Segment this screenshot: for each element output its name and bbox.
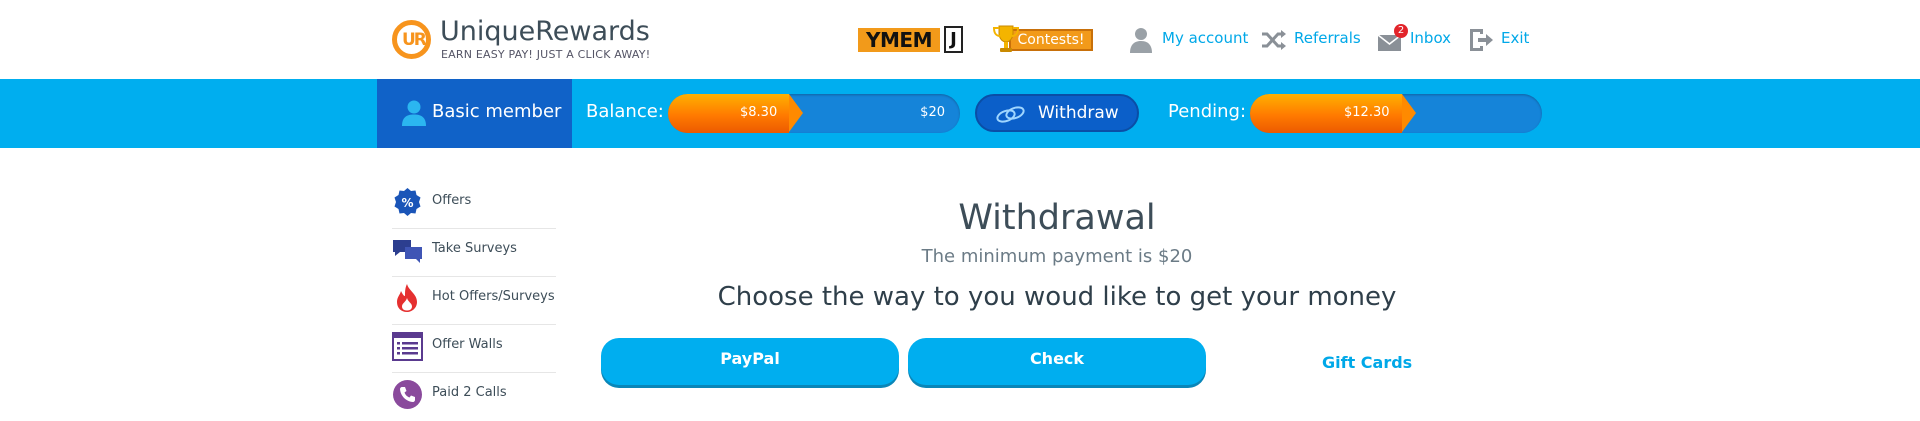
member-label: Basic member <box>432 101 562 122</box>
membership-level[interactable]: Basic member <box>377 79 572 148</box>
payout-method-prompt: Choose the way to you woud like to get y… <box>717 282 1397 312</box>
site-tagline: EARN EASY PAY! JUST A CLICK AWAY! <box>441 48 651 61</box>
contests-label: Contests! <box>1009 29 1093 51</box>
inbox-label: Inbox <box>1410 29 1452 47</box>
withdraw-label: Withdraw <box>1038 103 1119 123</box>
user-icon <box>1130 28 1152 53</box>
exit-link[interactable]: Exit <box>1467 26 1533 54</box>
balance-goal: $20 <box>920 105 945 120</box>
site-name: UniqueRewards <box>440 16 650 47</box>
balance-progress-tip <box>789 94 803 132</box>
pending-label: Pending: <box>1168 101 1247 122</box>
member-user-icon <box>402 100 426 126</box>
page-title: Withdrawal <box>958 198 1156 238</box>
contests-button[interactable]: Contests! <box>991 24 1103 54</box>
paypal-button[interactable]: PayPal <box>601 338 899 385</box>
shuffle-icon <box>1262 30 1286 50</box>
exit-door-icon <box>1470 29 1493 51</box>
sidebar-item-label: Paid 2 Calls <box>432 385 507 400</box>
percent-badge-icon: % <box>394 188 421 216</box>
ymem-banner[interactable]: YMEM J <box>858 26 963 53</box>
phone-icon <box>393 380 422 409</box>
sidebar-item-hot-offers-surveys[interactable]: Hot Offers/Surveys <box>392 277 556 325</box>
sidebar-item-label: Take Surveys <box>432 241 517 256</box>
sidebar-item-offers[interactable]: % Offers <box>392 181 556 229</box>
sidebar-item-label: Offers <box>432 193 472 208</box>
sidebar-menu: % Offers Take Surveys Hot Offers/Surveys… <box>392 181 556 421</box>
referrals-label: Referrals <box>1294 29 1361 47</box>
referrals-link[interactable]: Referrals <box>1260 26 1361 54</box>
pending-progress-bar: $12.30 <box>1250 94 1542 133</box>
sidebar-item-label: Hot Offers/Surveys <box>432 289 555 304</box>
gift-cards-link[interactable]: Gift Cards <box>1322 353 1412 372</box>
sidebar-item-take-surveys[interactable]: Take Surveys <box>392 229 556 277</box>
my-account-label: My account <box>1162 29 1249 47</box>
coins-icon <box>996 106 1025 123</box>
pending-value: $12.30 <box>1344 105 1390 120</box>
balance-label: Balance: <box>586 101 664 122</box>
inbox-link[interactable]: 2 Inbox <box>1376 24 1452 54</box>
account-status-bar: Basic member Balance: $8.30 $20 Withdraw… <box>0 79 1920 148</box>
inbox-count-badge: 2 <box>1394 24 1408 38</box>
exit-label: Exit <box>1501 29 1530 47</box>
my-account-link[interactable]: My account <box>1128 26 1248 54</box>
trophy-icon <box>992 25 1020 52</box>
flame-icon <box>397 284 417 312</box>
balance-progress-bar: $8.30 $20 <box>668 94 960 133</box>
balance-value: $8.30 <box>740 105 778 120</box>
withdraw-button[interactable]: Withdraw <box>975 94 1139 132</box>
sidebar-item-label: Offer Walls <box>432 337 503 352</box>
check-button[interactable]: Check <box>908 338 1206 385</box>
top-header: UR UniqueRewards EARN EASY PAY! JUST A C… <box>0 0 1920 79</box>
minimum-payment-note: The minimum payment is $20 <box>921 246 1193 267</box>
pending-progress-tip <box>1402 94 1416 132</box>
list-window-icon <box>392 332 423 361</box>
sidebar-item-paid-2-calls[interactable]: Paid 2 Calls <box>392 373 556 421</box>
sidebar-item-offer-walls[interactable]: Offer Walls <box>392 325 556 373</box>
chat-bubbles-icon <box>393 240 422 263</box>
svg-text:%: % <box>401 196 413 210</box>
ymem-j-text: J <box>944 26 963 53</box>
ymem-text: YMEM <box>858 28 940 52</box>
logo-mark-icon: UR <box>392 20 431 59</box>
